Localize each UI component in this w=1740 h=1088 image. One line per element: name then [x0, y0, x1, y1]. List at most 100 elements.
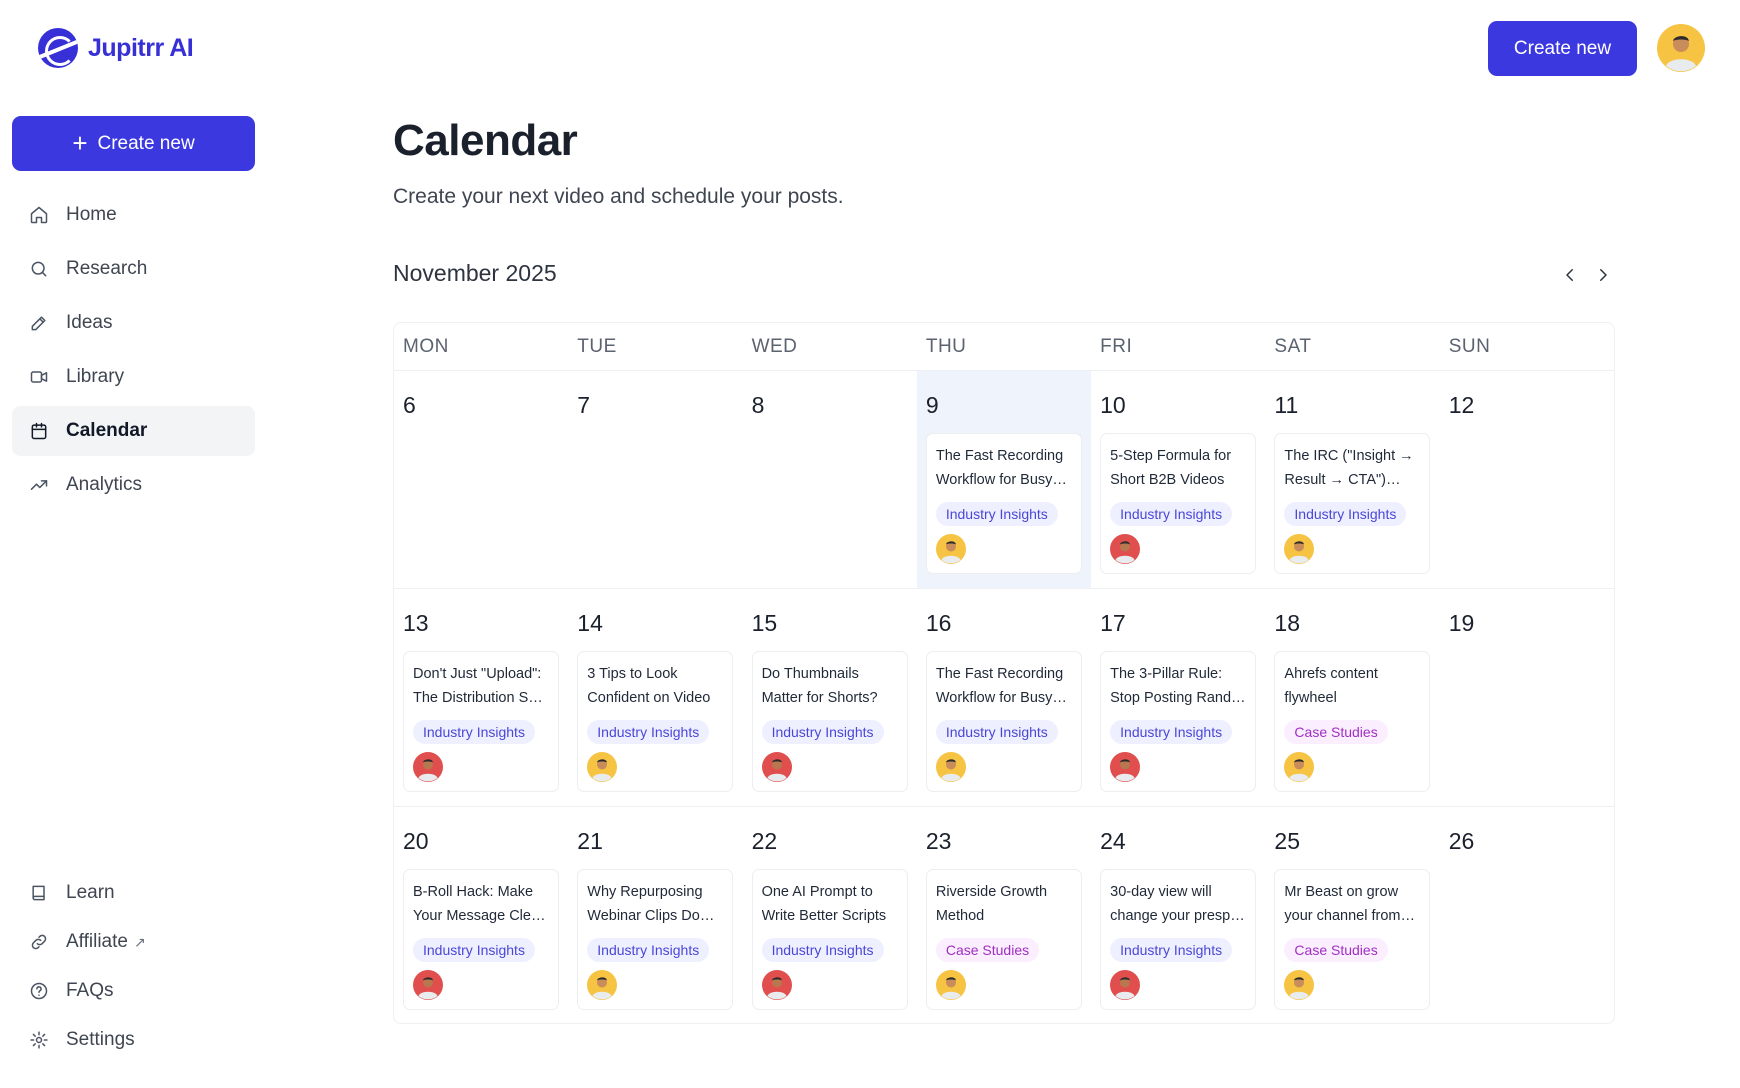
post-category-tag: Industry Insights [935, 502, 1058, 526]
calendar-icon [28, 420, 50, 442]
weekday-label: FRI [1100, 335, 1133, 357]
chevron-left-icon [1566, 269, 1573, 281]
post-category-tag: Case Studies [935, 938, 1040, 962]
post-title: The 3-Pillar Rule: Stop Posting Rand… [1110, 666, 1246, 706]
post-author-avatar [761, 970, 792, 1000]
post-category-tag: Case Studies [1284, 720, 1388, 744]
post-category-tag: Industry Insights [1110, 502, 1233, 526]
calendar-day-cell[interactable]: 23 Riverside Growth Method Case Studies [917, 807, 1091, 1023]
sidebar-item-label: Affiliate [66, 931, 128, 952]
scheduled-post-card[interactable]: Don't Just "Upload": The Distribution S…… [403, 651, 559, 792]
post-title: Do Thumbnails Matter for Shorts? [761, 666, 878, 706]
weekday-label: SUN [1448, 335, 1491, 357]
sidebar-item-label: Library [66, 366, 125, 387]
calendar-day-cell[interactable]: 13 Don't Just "Upload": The Distribution … [394, 589, 568, 806]
calendar-week-row: 20 B-Roll Hack: Make Your Message Cle… Ind… [394, 807, 1614, 1023]
post-author-avatar [935, 534, 966, 564]
post-title: The IRC ("Insight → Result → CTA") Sc… [1284, 448, 1414, 488]
month-label: November 2025 [393, 260, 557, 286]
calendar-day-cell[interactable]: 7 [568, 371, 742, 588]
sidebar-item-ideas[interactable]: Ideas [12, 298, 255, 348]
post-category-tag: Industry Insights [1110, 938, 1233, 962]
calendar-day-cell[interactable]: 24 30-day view will change your presp… Ind… [1091, 807, 1265, 1023]
calendar-day-cell[interactable]: 8 [743, 371, 917, 588]
sidebar-item-settings[interactable]: Settings [12, 1017, 255, 1063]
day-number: 12 [1448, 392, 1475, 418]
previous-month-button[interactable] [1557, 262, 1583, 288]
book-icon [28, 882, 50, 904]
calendar-day-cell[interactable]: 19 [1440, 589, 1614, 806]
post-title: Ahrefs content flywheel [1284, 666, 1378, 706]
calendar-day-cell[interactable]: 6 [394, 371, 568, 588]
trending-up-icon [28, 474, 50, 496]
calendar-day-cell-today[interactable]: 9 The Fast Recording Workflow for Busy… In… [916, 371, 1092, 588]
scheduled-post-card[interactable]: 3 Tips to Look Confident on Video Industr… [577, 651, 734, 792]
day-number: 7 [577, 392, 591, 418]
page-title: Calendar [393, 116, 578, 165]
scheduled-post-card[interactable]: The 3-Pillar Rule: Stop Posting Rand… Ind… [1100, 651, 1257, 792]
calendar-day-cell[interactable]: 10 5-Step Formula for Short B2B Videos Ind… [1091, 371, 1265, 588]
sidebar-item-home[interactable]: Home [12, 190, 255, 240]
next-month-button[interactable] [1590, 262, 1616, 288]
post-category-tag: Industry Insights [413, 720, 535, 744]
scheduled-post-card[interactable]: One AI Prompt to Write Better Scripts Ind… [751, 869, 908, 1010]
sidebar-item-analytics[interactable]: Analytics [12, 460, 255, 510]
calendar-week-row: 13 Don't Just "Upload": The Distribution … [394, 589, 1614, 807]
calendar-day-cell[interactable]: 18 Ahrefs content flywheel Case Studies [1265, 589, 1439, 806]
sidebar-item-library[interactable]: Library [12, 352, 255, 402]
sidebar-bottom-nav: Learn Affiliate ↗ FAQs Settings [12, 870, 255, 1066]
post-title: Riverside Growth Method [935, 884, 1048, 924]
sidebar-nav: Home Research Ideas Library Calendar Ana… [12, 190, 255, 514]
scheduled-post-card[interactable]: The IRC ("Insight → Result → CTA") Sc… In… [1274, 433, 1431, 574]
scheduled-post-card[interactable]: B-Roll Hack: Make Your Message Cle… Indus… [403, 869, 559, 1010]
calendar-day-cell[interactable]: 11 The IRC ("Insight → Result → CTA") Sc…… [1265, 371, 1439, 588]
post-author-avatar [1284, 534, 1315, 564]
video-camera-icon [28, 366, 50, 388]
scheduled-post-card[interactable]: Riverside Growth Method Case Studies [925, 869, 1082, 1010]
calendar-day-cell[interactable]: 22 One AI Prompt to Write Better Scripts I… [743, 807, 917, 1023]
scheduled-post-card[interactable]: Why Repurposing Webinar Clips Do… Industr… [577, 869, 734, 1010]
sidebar-item-research[interactable]: Research [12, 244, 255, 294]
link-icon [28, 931, 50, 953]
create-new-button[interactable]: Create new [1488, 21, 1637, 76]
calendar-day-cell[interactable]: 20 B-Roll Hack: Make Your Message Cle… Ind… [394, 807, 568, 1023]
scheduled-post-card[interactable]: 30-day view will change your presp… Indus… [1100, 869, 1257, 1010]
sidebar-item-affiliate[interactable]: Affiliate ↗ [12, 919, 255, 965]
post-category-tag: Industry Insights [761, 720, 884, 744]
day-number: 21 [577, 828, 603, 854]
user-avatar[interactable] [1657, 24, 1705, 72]
calendar-day-cell[interactable]: 25 Mr Beast on grow your channel from… Cas… [1265, 807, 1439, 1023]
page-subtitle: Create your next video and schedule your… [393, 185, 844, 208]
sidebar-item-faqs[interactable]: FAQs [12, 968, 255, 1014]
calendar-day-cell[interactable]: 21 Why Repurposing Webinar Clips Do… Indus… [568, 807, 742, 1023]
calendar-day-cell[interactable]: 26 [1440, 807, 1614, 1023]
scheduled-post-card[interactable]: The Fast Recording Workflow for Busy… Ind… [925, 651, 1082, 792]
day-number: 23 [925, 828, 952, 854]
post-author-avatar [587, 752, 618, 782]
sidebar-item-learn[interactable]: Learn [12, 870, 255, 916]
help-circle-icon [28, 980, 50, 1002]
calendar-day-cell[interactable]: 17 The 3-Pillar Rule: Stop Posting Rand… I… [1091, 589, 1265, 806]
scheduled-post-card[interactable]: Mr Beast on grow your channel from… Case … [1274, 869, 1431, 1010]
calendar-day-cell[interactable]: 12 [1440, 371, 1614, 588]
weekday-label: WED [751, 335, 798, 357]
post-author-avatar [413, 752, 443, 782]
calendar-day-cell[interactable]: 14 3 Tips to Look Confident on Video Indus… [568, 589, 742, 806]
scheduled-post-card[interactable]: Do Thumbnails Matter for Shorts? Industry… [751, 651, 908, 792]
scheduled-post-card[interactable]: 5-Step Formula for Short B2B Videos Indus… [1100, 433, 1257, 574]
scheduled-post-card[interactable]: The Fast Recording Workflow for Busy… Ind… [925, 433, 1082, 574]
post-title: One AI Prompt to Write Better Scripts [761, 884, 887, 924]
brand-logo[interactable]: Jupitrr AI [38, 28, 194, 68]
sidebar-item-calendar[interactable]: Calendar [12, 406, 255, 456]
day-number: 24 [1100, 828, 1126, 854]
post-category-tag: Case Studies [1284, 938, 1388, 962]
calendar-day-cell[interactable]: 15 Do Thumbnails Matter for Shorts? Indust… [743, 589, 917, 806]
weekday-label: SAT [1274, 335, 1312, 357]
external-link-icon: ↗ [133, 933, 146, 950]
post-author-avatar [935, 752, 966, 782]
sidebar-create-new-button[interactable]: + Create new [12, 116, 255, 171]
calendar-day-cell[interactable]: 16 The Fast Recording Workflow for Busy… I… [917, 589, 1091, 806]
sidebar: Jupitrr AI + Create new Home Research Id… [0, 0, 270, 1088]
post-author-avatar [587, 970, 618, 1000]
scheduled-post-card[interactable]: Ahrefs content flywheel Case Studies [1274, 651, 1431, 792]
